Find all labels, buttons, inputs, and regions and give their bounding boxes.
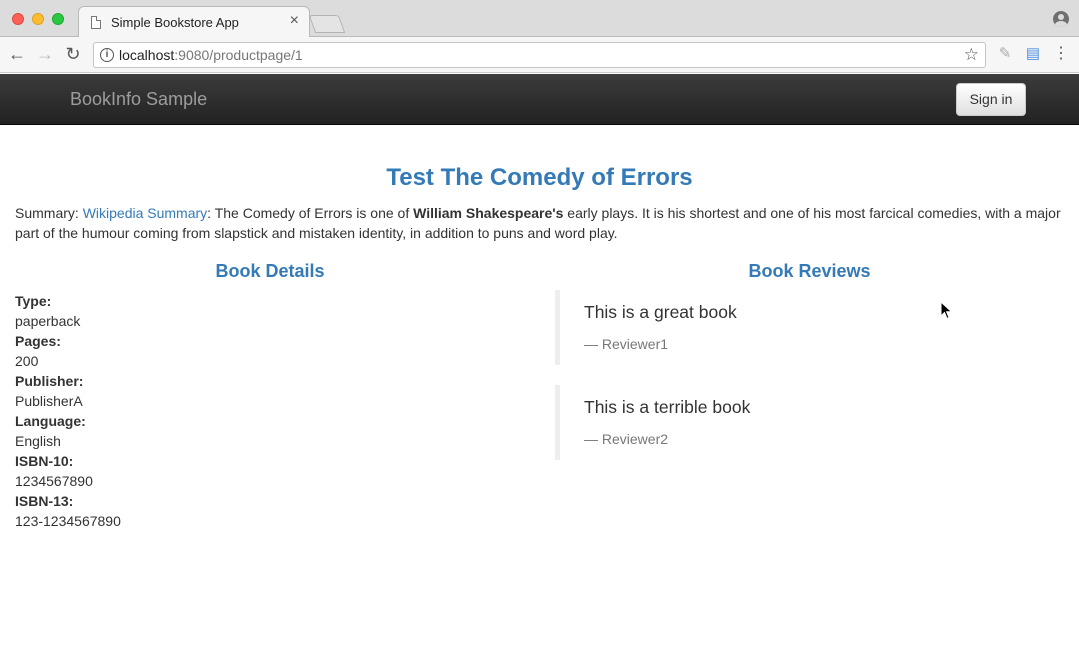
browser-toolbar: ← → ↻ i localhost:9080/productpage/1 ☆ ✎… — [0, 37, 1079, 73]
info-icon[interactable]: i — [100, 48, 114, 62]
maximize-window-button[interactable] — [52, 13, 64, 25]
detail-value-publisher: PublisherA — [15, 393, 83, 409]
detail-value-language: English — [15, 433, 61, 449]
detail-label-type: Type: — [15, 293, 52, 309]
book-summary: Summary: Wikipedia Summary: The Comedy o… — [15, 203, 1065, 243]
more-menu-icon[interactable]: ⋮ — [1053, 45, 1069, 63]
url-text[interactable]: localhost:9080/productpage/1 — [119, 47, 303, 63]
back-arrow-icon[interactable]: ← — [6, 43, 28, 65]
brand-link[interactable]: BookInfo Sample — [70, 89, 207, 110]
page-icon — [91, 16, 101, 29]
tab-close-icon[interactable]: × — [290, 13, 299, 29]
detail-label-isbn13: ISBN-13: — [15, 493, 74, 509]
extension-icon[interactable]: ✎ — [995, 45, 1015, 63]
browser-tab[interactable]: Simple Bookstore App × — [78, 6, 310, 38]
reload-icon[interactable]: ↻ — [62, 43, 84, 65]
detail-value-type: paperback — [15, 313, 81, 329]
review-author: — Reviewer1 — [584, 336, 669, 352]
new-tab-button[interactable] — [308, 15, 346, 33]
detail-value-isbn13: 123-1234567890 — [15, 513, 121, 529]
forward-arrow-icon[interactable]: → — [34, 43, 56, 65]
review-author: — Reviewer2 — [584, 431, 669, 447]
detail-label-language: Language: — [15, 413, 86, 429]
book-reviews-heading: Book Reviews — [748, 261, 871, 281]
profile-icon[interactable] — [1053, 11, 1069, 27]
detail-label-pages: Pages: — [15, 333, 61, 349]
site-navbar: BookInfo Sample — [0, 74, 1079, 125]
close-window-button[interactable] — [12, 13, 24, 25]
bookmark-star-icon[interactable]: ☆ — [964, 45, 979, 65]
review-text: This is a great book — [584, 302, 737, 322]
extension-icon[interactable]: ▤ — [1023, 45, 1043, 63]
page-title: Test The Comedy of Errors — [386, 164, 693, 191]
detail-label-publisher: Publisher: — [15, 373, 84, 389]
wikipedia-summary-link[interactable]: Wikipedia Summary — [83, 205, 207, 221]
url-host: localhost — [119, 47, 175, 63]
detail-value-isbn10: 1234567890 — [15, 473, 93, 489]
summary-author: William Shakespeare's — [413, 205, 564, 221]
detail-label-isbn10: ISBN-10: — [15, 453, 74, 469]
summary-label: Summary: — [15, 205, 83, 221]
detail-value-pages: 200 — [15, 353, 39, 369]
mouse-cursor-icon — [940, 300, 953, 320]
sign-in-button[interactable]: Sign in — [956, 83, 1026, 116]
review-item: This is a terrible book — Reviewer2 — [555, 385, 1055, 460]
book-details-heading: Book Details — [215, 261, 325, 281]
address-bar[interactable]: i localhost:9080/productpage/1 ☆ — [93, 42, 986, 68]
minimize-window-button[interactable] — [32, 13, 44, 25]
url-path: :9080/productpage/1 — [174, 47, 303, 63]
book-details-list: Type: paperback Pages: 200 Publisher: Pu… — [15, 291, 515, 531]
review-item: This is a great book — Reviewer1 — [555, 290, 1055, 365]
review-text: This is a terrible book — [584, 397, 751, 417]
tab-title: Simple Bookstore App — [111, 15, 239, 30]
browser-tab-bar: Simple Bookstore App × — [0, 0, 1079, 38]
summary-text: : The Comedy of Errors is one of — [207, 205, 414, 221]
